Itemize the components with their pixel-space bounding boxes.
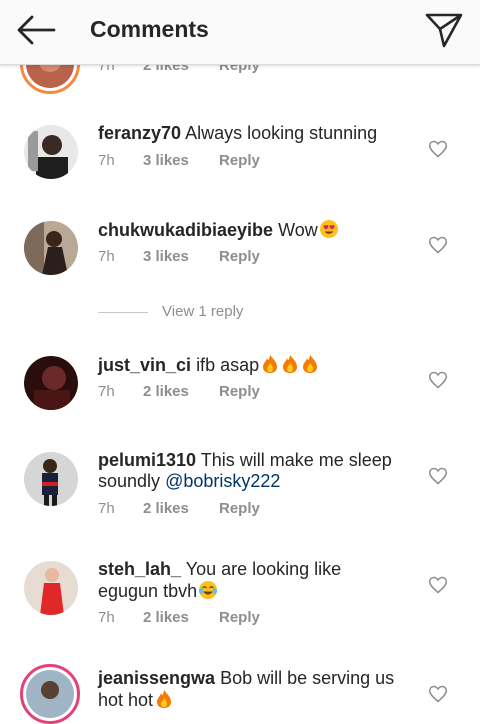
comment-text: chukwukadibiaeyibe Wow xyxy=(98,219,398,241)
fire-emoji-icon xyxy=(263,355,278,373)
comment-username[interactable]: just_vin_ci xyxy=(98,355,191,375)
heart-icon[interactable] xyxy=(428,684,448,704)
like-count[interactable]: 3 likes xyxy=(143,152,219,169)
comment-username[interactable]: feranzy70 xyxy=(98,123,181,143)
timestamp: 7h xyxy=(98,383,115,400)
heart-icon[interactable] xyxy=(428,139,448,159)
reply-button[interactable]: Reply xyxy=(219,152,260,169)
avatar[interactable] xyxy=(24,356,78,410)
like-count[interactable]: 2 likes xyxy=(143,609,219,626)
paper-plane-icon[interactable] xyxy=(424,10,464,50)
reply-button[interactable]: Reply xyxy=(219,383,260,400)
reply-button[interactable]: Reply xyxy=(219,248,260,265)
like-count[interactable]: 2 likes xyxy=(143,383,219,400)
divider xyxy=(98,311,148,313)
heart-icon[interactable] xyxy=(428,466,448,486)
comment-meta: 7h 3 likes Reply xyxy=(98,248,260,265)
comment-text: just_vin_ci ifb asap xyxy=(98,354,398,376)
avatar[interactable] xyxy=(24,561,78,615)
comment-text: feranzy70 Always looking stunning xyxy=(98,123,398,144)
mention-link[interactable]: @bobrisky222 xyxy=(165,471,280,491)
comment-body: ifb asap xyxy=(196,355,260,375)
timestamp: 7h xyxy=(98,152,115,169)
view-replies-label: View 1 reply xyxy=(162,303,244,320)
reply-button[interactable]: Reply xyxy=(219,609,260,626)
comment-text: steh_lah_ You are looking like egugun tb… xyxy=(98,559,398,602)
arrow-left-icon[interactable] xyxy=(14,12,58,48)
fire-emoji-icon xyxy=(303,355,318,373)
timestamp: 7h xyxy=(98,500,115,517)
comment-text: pelumi1310 This will make me sleep sound… xyxy=(98,450,398,492)
timestamp: 7h xyxy=(98,248,115,265)
heart-eyes-emoji-icon xyxy=(319,220,338,238)
tears-of-joy-emoji-icon xyxy=(199,581,218,599)
comment-body: Always looking stunning xyxy=(185,123,378,143)
comment-username[interactable]: chukwukadibiaeyibe xyxy=(98,220,273,240)
comment-meta: 7h 2 likes Reply xyxy=(98,609,260,626)
comment-meta: 7h 3 likes Reply xyxy=(98,152,260,169)
comment-username[interactable]: jeanissengwa xyxy=(98,668,215,688)
avatar[interactable] xyxy=(24,452,78,506)
comment-meta: 7h 2 likes Reply xyxy=(98,383,260,400)
avatar[interactable] xyxy=(24,125,78,179)
comment-meta: 7h 2 likes Reply xyxy=(98,500,260,517)
comment-username[interactable]: pelumi1310 xyxy=(98,450,196,470)
comment-username[interactable]: steh_lah_ xyxy=(98,559,181,579)
avatar[interactable] xyxy=(24,221,78,275)
avatar[interactable] xyxy=(20,664,80,724)
page-title: Comments xyxy=(90,16,209,42)
reply-button[interactable]: Reply xyxy=(219,500,260,517)
comment-body: Wow xyxy=(278,220,318,240)
fire-emoji-icon xyxy=(157,690,172,708)
comments-feed: 7h 2 likes Reply feranzy70 Always looking … xyxy=(0,0,480,724)
comment-text: jeanissengwa Bob will be serving us hot … xyxy=(98,668,398,711)
heart-icon[interactable] xyxy=(428,370,448,390)
like-count[interactable]: 2 likes xyxy=(143,500,219,517)
heart-icon[interactable] xyxy=(428,235,448,255)
view-replies-button[interactable]: View 1 reply xyxy=(98,303,243,320)
timestamp: 7h xyxy=(98,609,115,626)
heart-icon[interactable] xyxy=(428,575,448,595)
fire-emoji-icon xyxy=(283,355,298,373)
like-count[interactable]: 3 likes xyxy=(143,248,219,265)
app-header: Comments xyxy=(0,0,480,65)
